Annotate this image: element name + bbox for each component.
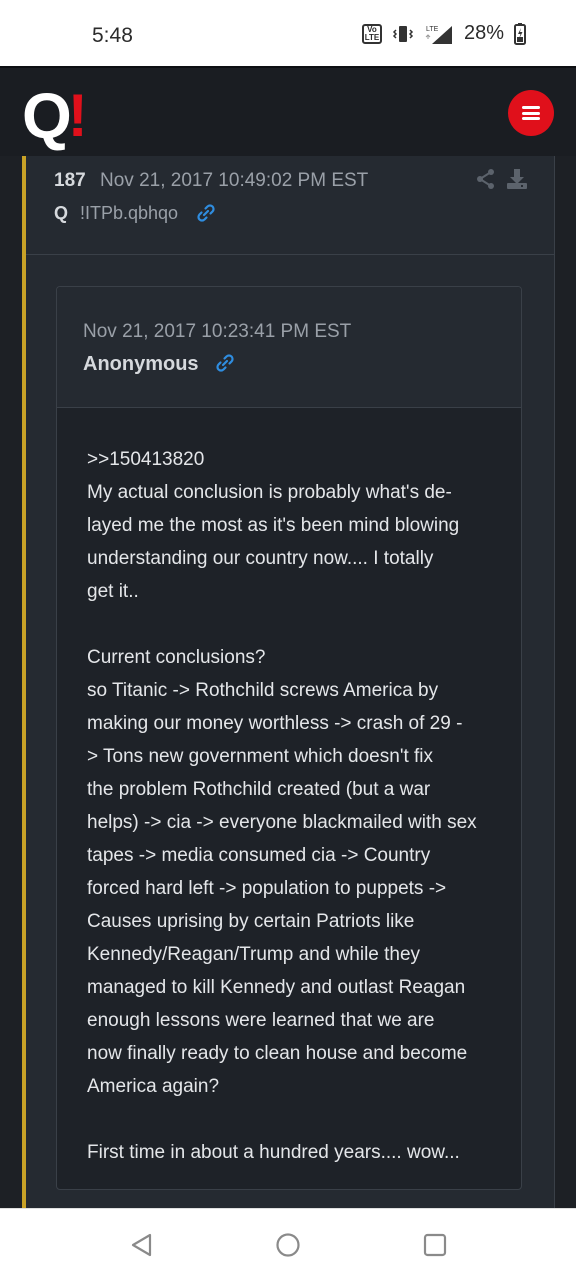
post-tripcode: !ITPb.qbhqo (80, 203, 179, 223)
link-icon[interactable] (215, 353, 235, 373)
post-author: Q (54, 203, 69, 223)
download-icon[interactable] (506, 168, 528, 190)
battery-charging-icon (514, 22, 526, 45)
status-time: 5:48 (92, 24, 133, 47)
post-datetime: Nov 21, 2017 10:49:02 PM EST (100, 170, 369, 191)
lte-signal-icon: LTE (425, 25, 452, 44)
quoted-post-author: Anonymous (83, 353, 199, 375)
battery-percent: 28% (463, 22, 504, 44)
hamburger-menu-icon (522, 106, 540, 120)
recents-square-icon[interactable] (421, 1231, 449, 1259)
volte-icon: Vo LTE (361, 23, 382, 44)
quoted-post-header: Nov 21, 2017 10:23:41 PM EST Anonymous (57, 287, 521, 408)
svg-text:LTE: LTE (426, 26, 439, 33)
quoted-post: Nov 21, 2017 10:23:41 PM EST Anonymous >… (56, 286, 522, 1190)
post-header: 187 Nov 21, 2017 10:49:02 PM EST Q !ITPb… (26, 156, 554, 255)
share-icon[interactable] (476, 168, 496, 190)
quoted-post-datetime: Nov 21, 2017 10:23:41 PM EST (83, 321, 352, 342)
menu-button[interactable] (508, 90, 554, 136)
post-card: 187 Nov 21, 2017 10:49:02 PM EST Q !ITPb… (26, 156, 555, 1208)
logo-bang: ! (67, 82, 88, 149)
post-feed[interactable]: 187 Nov 21, 2017 10:49:02 PM EST Q !ITPb… (0, 156, 576, 1208)
back-triangle-icon[interactable] (128, 1231, 156, 1259)
quoted-post-body: >>150413820 My actual conclusion is prob… (87, 449, 477, 1163)
home-circle-icon[interactable] (274, 1231, 302, 1259)
app-header: Q ! (0, 66, 576, 158)
system-nav-bar (0, 1208, 576, 1281)
q-logo[interactable]: Q ! (22, 80, 88, 152)
link-icon[interactable] (196, 203, 216, 223)
post-number: 187 (54, 170, 86, 191)
logo-q: Q (22, 80, 72, 152)
vibrate-icon (392, 25, 414, 42)
status-icons: Vo LTE LTE 28% (361, 22, 526, 45)
status-bar: 5:48 Vo LTE LTE 28% (0, 0, 576, 66)
